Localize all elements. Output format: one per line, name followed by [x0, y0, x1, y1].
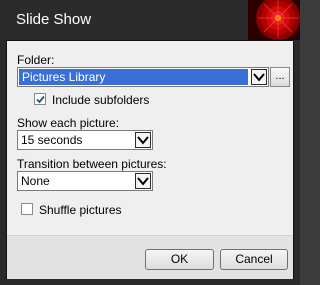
folder-value: Pictures Library	[22, 70, 106, 84]
title-bar[interactable]: Slide Show	[0, 0, 300, 40]
checkmark-icon	[36, 95, 45, 104]
transition-value: None	[21, 174, 50, 188]
flower-image	[248, 0, 300, 40]
shuffle-label: Shuffle pictures	[39, 203, 122, 217]
show-each-label: Show each picture:	[17, 116, 120, 130]
button-bar: OK Cancel	[7, 235, 293, 279]
dialog-title: Slide Show	[16, 11, 92, 28]
show-each-dropdown[interactable]: 15 seconds	[17, 130, 153, 150]
transition-dropdown[interactable]: None	[17, 171, 153, 191]
slide-show-dialog: Slide Show Folder: Pictures Library ... …	[0, 0, 300, 285]
dialog-body: Folder: Pictures Library ... Include sub…	[6, 40, 294, 279]
shuffle-checkbox[interactable]	[21, 203, 33, 215]
cancel-button[interactable]: Cancel	[220, 249, 288, 270]
include-subfolders-checkbox[interactable]	[34, 93, 46, 105]
folder-dropdown[interactable]: Pictures Library	[17, 67, 269, 87]
browse-button[interactable]: ...	[270, 67, 290, 87]
include-subfolders-label: Include subfolders	[52, 93, 150, 107]
transition-arrow-icon[interactable]	[135, 173, 151, 189]
folder-selection-highlight: Pictures Library	[19, 69, 248, 85]
ok-button[interactable]: OK	[145, 249, 214, 270]
show-each-arrow-icon[interactable]	[135, 132, 151, 148]
folder-label: Folder:	[17, 53, 55, 67]
transition-label: Transition between pictures:	[17, 157, 167, 171]
folder-dropdown-arrow-icon[interactable]	[251, 69, 267, 85]
show-each-value: 15 seconds	[21, 133, 83, 147]
